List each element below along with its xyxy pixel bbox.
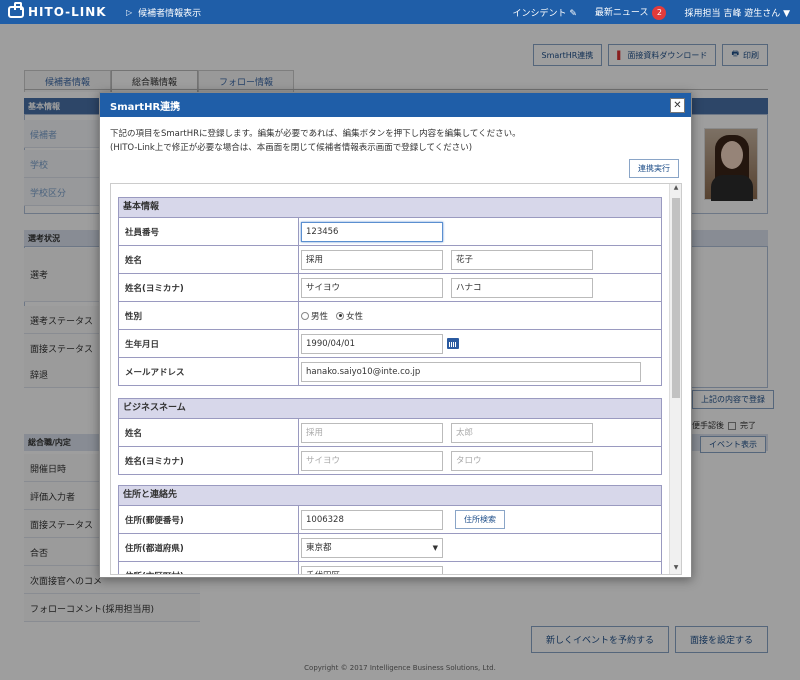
incident-link[interactable]: インシデント ✎	[512, 6, 576, 19]
row-name: 姓名 採用 花子	[118, 246, 662, 274]
section-business-name: ビジネスネーム 姓名 採用 太郎 姓名(ヨミカナ) サイヨウ タロウ	[118, 398, 662, 475]
last-name-input[interactable]: 採用	[301, 249, 443, 270]
modal-description-2: (HITO-Link上で修正が必要な場合は、本画面を閉じて候補者情報表示画面で登…	[110, 143, 473, 153]
modal-scroll-area[interactable]: 基本情報 社員番号 123456 姓名 採用 花子 姓名(ヨミカナ) サイヨウ …	[110, 183, 682, 575]
gender-male-radio[interactable]: 男性	[301, 310, 328, 322]
business-first-kana-input[interactable]: タロウ	[451, 450, 593, 471]
pencil-icon: ✎	[569, 8, 577, 19]
row-employee-no: 社員番号 123456	[118, 218, 662, 246]
caret-down-icon: ▼	[783, 8, 790, 19]
city-input[interactable]: 千代田区	[301, 565, 443, 574]
gender-female-radio[interactable]: 女性	[336, 310, 363, 322]
execute-sync-button[interactable]: 連携実行	[629, 159, 679, 178]
row-business-kana: 姓名(ヨミカナ) サイヨウ タロウ	[118, 447, 662, 475]
row-city: 住所(市区町村) 千代田区	[118, 562, 662, 574]
row-gender: 性別 男性 女性	[118, 302, 662, 330]
user-menu[interactable]: 採用担当 吉峰 遊生さん ▼	[684, 6, 790, 19]
row-birthday: 生年月日 1990/04/01	[118, 330, 662, 358]
app-logo[interactable]: HITO-LINK	[0, 2, 118, 19]
business-first-input[interactable]: 太郎	[451, 422, 593, 443]
employee-no-input[interactable]: 123456	[301, 221, 443, 242]
news-count-badge: 2	[652, 5, 667, 20]
news-link[interactable]: 最新ニュース 2	[595, 5, 667, 20]
dropdown-caret-icon: ▼	[432, 543, 438, 552]
logo-text: HITO-LINK	[28, 5, 107, 19]
address-search-button[interactable]: 住所検索	[455, 510, 505, 529]
breadcrumb-arrow-icon: ▷	[126, 7, 133, 17]
birthday-input[interactable]: 1990/04/01	[301, 333, 443, 354]
smarthr-modal: SmartHR連携 ✕ 下記の項目をSmartHRに登録します。編集が必要であれ…	[99, 92, 692, 578]
modal-scrollbar[interactable]: ▲ ▼	[669, 184, 681, 574]
logo-icon	[8, 2, 24, 18]
modal-description-1: 下記の項目をSmartHRに登録します。編集が必要であれば、編集ボタンを押下し内…	[110, 129, 521, 139]
row-name-kana: 姓名(ヨミカナ) サイヨウ ハナコ	[118, 274, 662, 302]
section-basic-title: 基本情報	[118, 197, 662, 218]
breadcrumb: ▷ 候補者情報表示	[126, 6, 201, 19]
scroll-thumb[interactable]	[672, 198, 680, 398]
row-zip: 住所(郵便番号) 1006328 住所検索	[118, 506, 662, 534]
zip-input[interactable]: 1006328	[301, 509, 443, 530]
business-last-kana-input[interactable]: サイヨウ	[301, 450, 443, 471]
section-address-title: 住所と連絡先	[118, 485, 662, 506]
business-last-input[interactable]: 採用	[301, 422, 443, 443]
close-icon[interactable]: ✕	[670, 98, 685, 113]
first-name-input[interactable]: 花子	[451, 249, 593, 270]
modal-title: SmartHR連携	[100, 93, 691, 117]
last-kana-input[interactable]: サイヨウ	[301, 277, 443, 298]
scroll-down-icon[interactable]: ▼	[670, 564, 681, 574]
calendar-icon[interactable]	[447, 338, 459, 349]
email-input[interactable]: hanako.saiyo10@inte.co.jp	[301, 361, 641, 382]
row-email: メールアドレス hanako.saiyo10@inte.co.jp	[118, 358, 662, 386]
section-address: 住所と連絡先 住所(郵便番号) 1006328 住所検索 住所(都道府県) 東京…	[118, 485, 662, 574]
section-basic: 基本情報 社員番号 123456 姓名 採用 花子 姓名(ヨミカナ) サイヨウ …	[118, 197, 662, 386]
top-bar: HITO-LINK ▷ 候補者情報表示 インシデント ✎ 最新ニュース 2 採用担…	[0, 0, 800, 24]
row-prefecture: 住所(都道府県) 東京都 ▼	[118, 534, 662, 562]
scroll-up-icon[interactable]: ▲	[670, 184, 681, 194]
row-business-name: 姓名 採用 太郎	[118, 419, 662, 447]
prefecture-select[interactable]: 東京都 ▼	[301, 537, 443, 558]
first-kana-input[interactable]: ハナコ	[451, 277, 593, 298]
breadcrumb-current: 候補者情報表示	[138, 8, 202, 19]
section-business-title: ビジネスネーム	[118, 398, 662, 419]
